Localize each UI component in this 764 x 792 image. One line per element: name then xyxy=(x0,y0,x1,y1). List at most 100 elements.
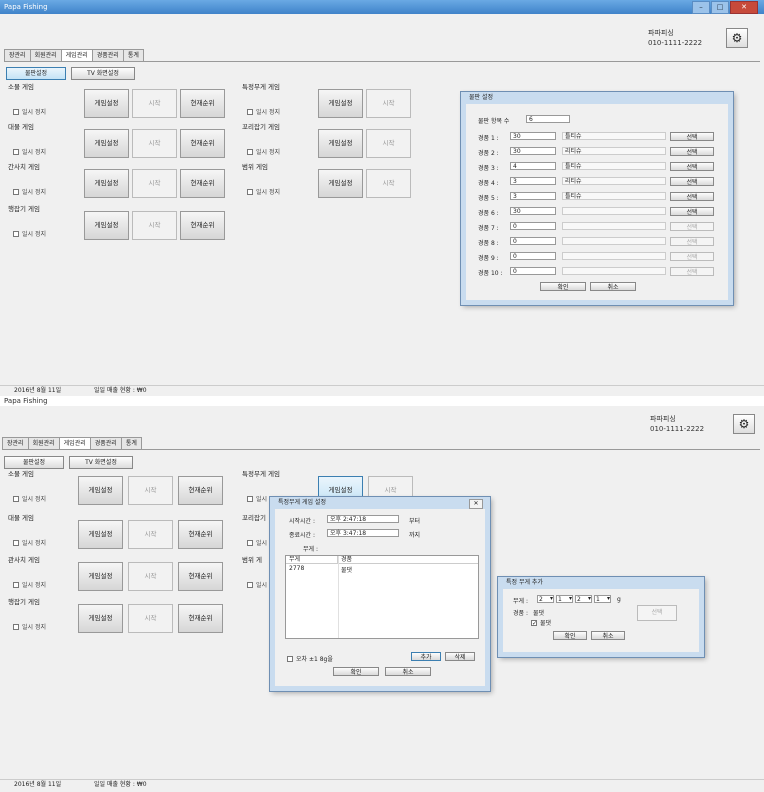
pause-checkbox[interactable]: 일시 정지 xyxy=(13,494,46,503)
prize-row-select-button[interactable]: 선택 xyxy=(670,237,714,246)
game-setting-button[interactable]: 게임설정 xyxy=(318,129,363,158)
end-time-input[interactable]: 오후 3:47:18 xyxy=(327,529,399,537)
game-setting-button[interactable]: 게임설정 xyxy=(84,211,129,240)
ok-button[interactable]: 확인 xyxy=(553,631,587,640)
settings-button[interactable]: ⚙ xyxy=(726,28,748,48)
start-button[interactable]: 시작 xyxy=(132,129,177,158)
close-icon[interactable]: ✕ xyxy=(730,1,758,14)
ranking-button[interactable]: 현재순위 xyxy=(180,129,225,158)
ranking-button[interactable]: 현재순위 xyxy=(178,520,223,549)
pause-checkbox[interactable]: 일시 xyxy=(247,580,267,589)
start-time-input[interactable]: 오후 2:47:18 xyxy=(327,515,399,523)
prize-row-value-input[interactable]: 0 xyxy=(510,267,556,275)
prize-row-select-button[interactable]: 선택 xyxy=(670,192,714,201)
game-setting-button[interactable]: 게임설정 xyxy=(318,169,363,198)
prize-row-value-input[interactable]: 3 xyxy=(510,177,556,185)
water-setting-button[interactable]: 물판설정 xyxy=(6,67,66,80)
ranking-button[interactable]: 현재순위 xyxy=(180,89,225,118)
ok-button[interactable]: 확인 xyxy=(333,667,379,676)
tolerance-checkbox[interactable]: 오차 ±1 8g을 xyxy=(287,654,333,663)
tab-games[interactable]: 게임관리 xyxy=(58,437,91,449)
game-setting-button[interactable]: 게임설정 xyxy=(78,476,123,505)
count-spinner[interactable]: 6 xyxy=(526,115,570,123)
minimize-icon[interactable]: – xyxy=(692,1,710,14)
game-setting-button[interactable]: 게임설정 xyxy=(84,129,129,158)
start-button[interactable]: 시작 xyxy=(128,562,173,591)
ranking-button[interactable]: 현재순위 xyxy=(178,476,223,505)
prize-row-value-input[interactable]: 3 xyxy=(510,192,556,200)
ranking-button[interactable]: 현재순위 xyxy=(180,211,225,240)
pause-checkbox[interactable]: 일시 정지 xyxy=(247,107,280,116)
tab-store[interactable]: 장관리 xyxy=(4,49,31,61)
maximize-icon[interactable]: □ xyxy=(711,1,729,14)
prize-checkbox[interactable]: ✓ 물댓 xyxy=(531,618,551,627)
tab-prizes[interactable]: 경품관리 xyxy=(91,49,124,61)
prize-row-select-button[interactable]: 선택 xyxy=(670,132,714,141)
digit-select-4[interactable]: 1 xyxy=(594,595,611,603)
pause-checkbox[interactable]: 일시 정지 xyxy=(13,229,46,238)
prize-row-select-button[interactable]: 선택 xyxy=(670,162,714,171)
weight-table[interactable]: 무게 경품 2778 물댓 xyxy=(285,555,479,639)
prize-row-value-input[interactable]: 4 xyxy=(510,162,556,170)
tab-members[interactable]: 회원관리 xyxy=(27,437,60,449)
ranking-button[interactable]: 현재순위 xyxy=(180,169,225,198)
prize-row-select-button[interactable]: 선택 xyxy=(670,222,714,231)
tab-games[interactable]: 게임관리 xyxy=(60,49,93,61)
game-setting-button[interactable]: 게임설정 xyxy=(318,89,363,118)
close-icon[interactable]: ✕ xyxy=(469,499,483,509)
pause-checkbox[interactable]: 일시 xyxy=(247,494,267,503)
pause-checkbox[interactable]: 일시 xyxy=(247,538,267,547)
start-button[interactable]: 시작 xyxy=(132,89,177,118)
prize-row-select-button[interactable]: 선택 xyxy=(670,177,714,186)
tab-store[interactable]: 장관리 xyxy=(2,437,29,449)
prize-row-value-input[interactable]: 30 xyxy=(510,207,556,215)
ranking-button[interactable]: 현재순위 xyxy=(178,562,223,591)
delete-button[interactable]: 삭제 xyxy=(445,652,475,661)
cancel-button[interactable]: 취소 xyxy=(591,631,625,640)
pause-checkbox[interactable]: 일시 정지 xyxy=(247,147,280,156)
start-button[interactable]: 시작 xyxy=(128,520,173,549)
prize-row-value-input[interactable]: 0 xyxy=(510,222,556,230)
pause-checkbox[interactable]: 일시 정지 xyxy=(247,187,280,196)
pause-checkbox[interactable]: 일시 정지 xyxy=(13,187,46,196)
game-setting-button[interactable]: 게임설정 xyxy=(78,520,123,549)
settings-button[interactable]: ⚙ xyxy=(733,414,755,434)
ranking-button[interactable]: 현재순위 xyxy=(178,604,223,633)
start-button[interactable]: 시작 xyxy=(366,129,411,158)
ok-button[interactable]: 확인 xyxy=(540,282,586,291)
prize-row-select-button[interactable]: 선택 xyxy=(670,267,714,276)
prize-row-value-input[interactable]: 30 xyxy=(510,132,556,140)
pause-checkbox[interactable]: 일시 정지 xyxy=(13,580,46,589)
game-setting-button[interactable]: 게임설정 xyxy=(78,562,123,591)
add-button[interactable]: 추가 xyxy=(411,652,441,661)
tab-members[interactable]: 회원관리 xyxy=(29,49,62,61)
start-button[interactable]: 시작 xyxy=(366,89,411,118)
game-setting-button[interactable]: 게임설정 xyxy=(84,89,129,118)
prize-row-select-button[interactable]: 선택 xyxy=(670,147,714,156)
digit-select-1[interactable]: 2 xyxy=(537,595,554,603)
tv-setting-button[interactable]: TV 화면설정 xyxy=(71,67,135,80)
cancel-button[interactable]: 취소 xyxy=(590,282,636,291)
start-button[interactable]: 시작 xyxy=(366,169,411,198)
cancel-button[interactable]: 취소 xyxy=(385,667,431,676)
start-button[interactable]: 시작 xyxy=(132,211,177,240)
tab-stats[interactable]: 통계 xyxy=(122,49,144,61)
start-button[interactable]: 시작 xyxy=(128,604,173,633)
digit-select-2[interactable]: 1 xyxy=(556,595,573,603)
tab-stats[interactable]: 통계 xyxy=(120,437,142,449)
game-setting-button[interactable]: 게임설정 xyxy=(84,169,129,198)
prize-row-value-input[interactable]: 0 xyxy=(510,252,556,260)
pause-checkbox[interactable]: 일시 정지 xyxy=(13,107,46,116)
prize-row-select-button[interactable]: 선택 xyxy=(670,252,714,261)
start-button[interactable]: 시작 xyxy=(132,169,177,198)
prize-row-select-button[interactable]: 선택 xyxy=(670,207,714,216)
pause-checkbox[interactable]: 일시 정지 xyxy=(13,622,46,631)
prize-row-value-input[interactable]: 30 xyxy=(510,147,556,155)
pause-checkbox[interactable]: 일시 정지 xyxy=(13,147,46,156)
game-setting-button[interactable]: 게임설정 xyxy=(78,604,123,633)
prize-row-value-input[interactable]: 0 xyxy=(510,237,556,245)
digit-select-3[interactable]: 2 xyxy=(575,595,592,603)
pause-checkbox[interactable]: 일시 정지 xyxy=(13,538,46,547)
tab-prizes[interactable]: 경품관리 xyxy=(89,437,122,449)
select-button[interactable]: 선택 xyxy=(637,605,677,621)
